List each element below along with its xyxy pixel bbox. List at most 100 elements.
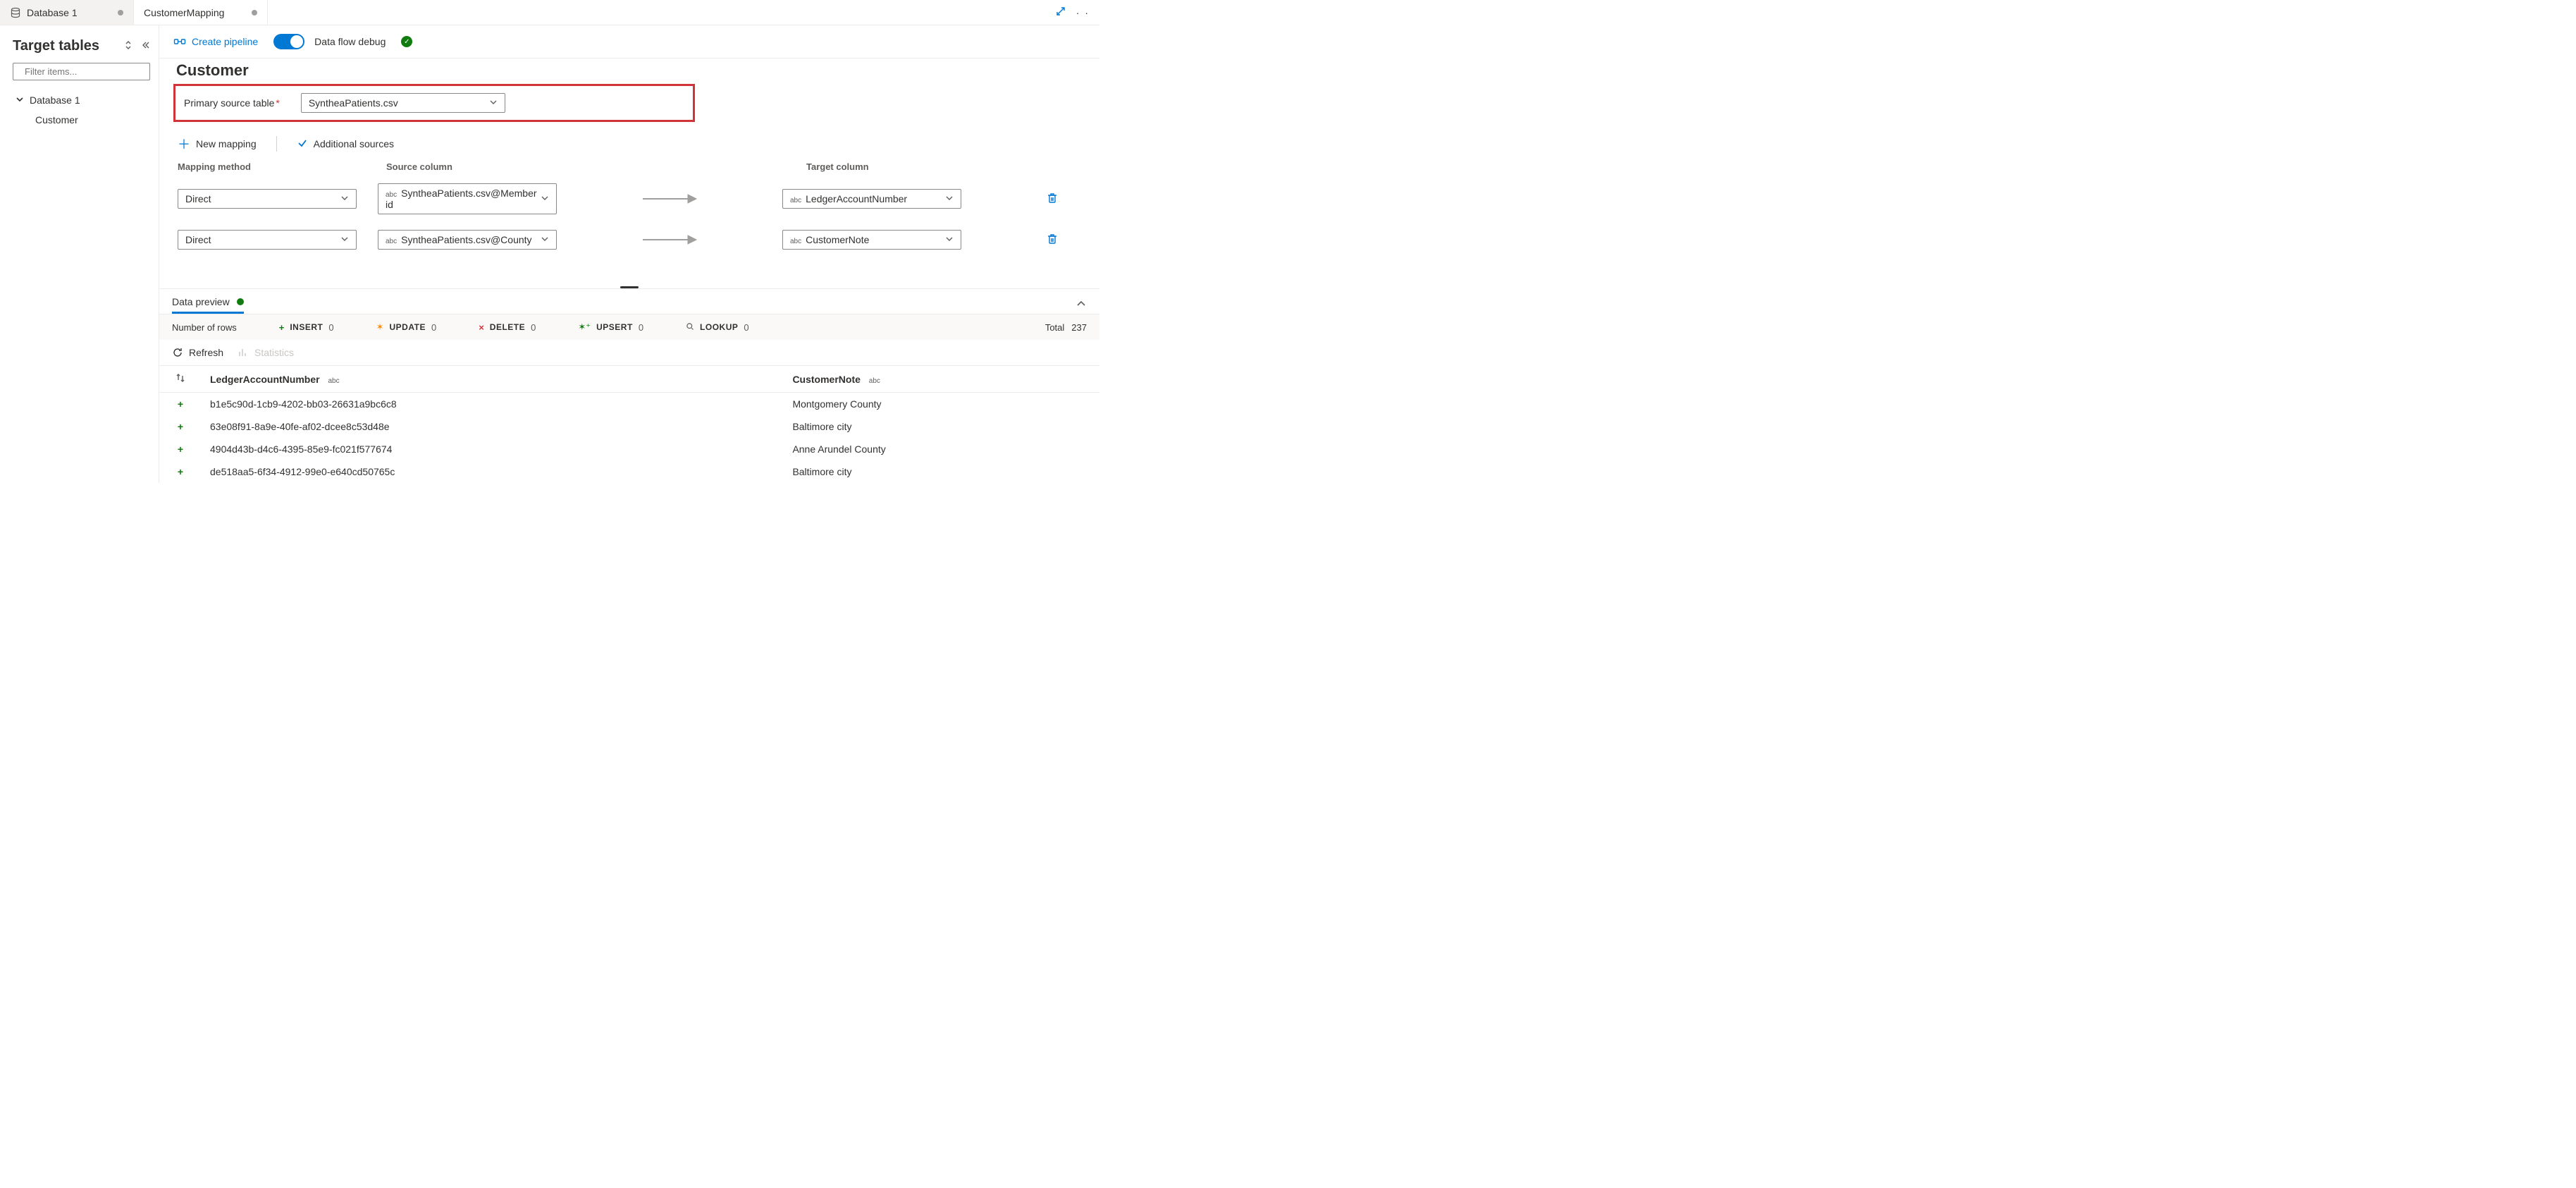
sort-column-header[interactable]	[159, 366, 202, 393]
filter-items-input-wrapper	[13, 63, 150, 80]
status-dot-icon	[237, 298, 244, 305]
total-label: Total	[1045, 322, 1064, 333]
expand-editor-icon[interactable]	[1055, 6, 1066, 19]
target-column-select[interactable]: abcCustomerNote	[782, 230, 961, 250]
rows-label: Number of rows	[172, 322, 237, 333]
header-source-column: Source column	[386, 161, 581, 172]
chevron-down-icon	[541, 193, 549, 204]
refresh-button[interactable]: Refresh	[172, 347, 223, 358]
column-header-ledger[interactable]: LedgerAccountNumber abc	[202, 366, 784, 393]
unsaved-indicator-icon	[118, 10, 123, 16]
source-column-select[interactable]: abcSyntheaPatients.csv@County	[378, 230, 557, 250]
source-column-select[interactable]: abcSyntheaPatients.csv@Member id	[378, 183, 557, 214]
tab-label: Database 1	[27, 7, 112, 18]
column-header-note[interactable]: CustomerNote abc	[784, 366, 1099, 393]
table-row: + 63e08f91-8a9e-40fe-af02-dcee8c53d48e B…	[159, 415, 1099, 438]
tab-database-1[interactable]: Database 1	[0, 0, 134, 25]
main-panel: Create pipeline Data flow debug ✓ Custom…	[159, 25, 1099, 483]
count-insert: + Insert 0	[279, 322, 334, 333]
count-upsert: ✶⁺ Upsert 0	[578, 322, 643, 333]
new-mapping-label: New mapping	[196, 138, 257, 149]
collapse-preview-icon[interactable]	[1076, 298, 1087, 312]
mapping-row: Direct abcSyntheaPatients.csv@County	[173, 224, 1099, 259]
upsert-icon: ✶⁺	[578, 322, 591, 333]
cell-note: Baltimore city	[784, 460, 1099, 483]
data-flow-debug-label: Data flow debug	[314, 36, 386, 47]
cell-ledger: de518aa5-6f34-4912-99e0-e640cd50765c	[202, 460, 784, 483]
main-toolbar: Create pipeline Data flow debug ✓	[159, 25, 1099, 59]
pipeline-icon	[173, 35, 186, 48]
mapping-method-value: Direct	[185, 234, 211, 245]
mapping-method-select[interactable]: Direct	[178, 230, 357, 250]
data-flow-debug-toggle[interactable]	[273, 34, 304, 49]
delete-mapping-button[interactable]	[1046, 233, 1059, 247]
table-row: + b1e5c90d-1cb9-4202-bb03-26631a9bc6c8 M…	[159, 393, 1099, 416]
trash-icon	[1046, 192, 1059, 204]
count-delete: × Delete 0	[479, 322, 536, 333]
data-preview-tab[interactable]: Data preview	[172, 296, 244, 314]
primary-source-select[interactable]: SyntheaPatients.csv	[301, 93, 505, 113]
primary-source-value: SyntheaPatients.csv	[309, 97, 398, 109]
row-change-icon: +	[159, 393, 202, 416]
type-badge: abc	[328, 377, 339, 385]
trash-icon	[1046, 233, 1059, 245]
chevron-down-icon	[340, 234, 349, 245]
mapping-arrow-icon	[578, 233, 761, 247]
create-pipeline-button[interactable]: Create pipeline	[173, 35, 258, 48]
row-change-icon: +	[159, 415, 202, 438]
filter-items-input[interactable]	[25, 66, 149, 77]
database-icon	[10, 7, 21, 18]
unsaved-indicator-icon	[252, 10, 257, 16]
additional-sources-button[interactable]: Additional sources	[297, 137, 394, 151]
editor-tabstrip: Database 1 CustomerMapping · ·	[0, 0, 1099, 25]
cell-ledger: b1e5c90d-1cb9-4202-bb03-26631a9bc6c8	[202, 393, 784, 416]
preview-toolbar: Refresh Statistics	[159, 340, 1099, 365]
target-column-value: LedgerAccountNumber	[806, 193, 907, 204]
cell-ledger: 63e08f91-8a9e-40fe-af02-dcee8c53d48e	[202, 415, 784, 438]
cell-note: Baltimore city	[784, 415, 1099, 438]
tree-item-customer[interactable]: Customer	[13, 110, 150, 130]
statistics-button: Statistics	[238, 347, 294, 358]
sort-icon	[175, 373, 185, 383]
refresh-icon	[172, 347, 183, 358]
new-mapping-button[interactable]: ＋ New mapping	[178, 135, 257, 153]
tab-customer-mapping[interactable]: CustomerMapping	[134, 0, 268, 25]
delete-mapping-button[interactable]	[1046, 192, 1059, 207]
delete-icon: ×	[479, 322, 484, 333]
cell-ledger: 4904d43b-d4c6-4395-85e9-fc021f577674	[202, 438, 784, 460]
mapping-actions: ＋ New mapping Additional sources	[173, 129, 1099, 161]
tab-label: CustomerMapping	[144, 7, 246, 18]
chevron-down-icon	[945, 234, 954, 245]
debug-ready-icon: ✓	[401, 36, 412, 47]
mapping-grid-header: Mapping method Source column Target colu…	[173, 161, 1099, 178]
row-change-icon: +	[159, 438, 202, 460]
type-badge: abc	[869, 377, 880, 385]
tab-actions: · ·	[1045, 6, 1099, 19]
sidebar-title: Target tables	[13, 38, 99, 54]
statistics-label: Statistics	[254, 347, 294, 358]
tree-node-database-1[interactable]: Database 1	[13, 90, 150, 110]
target-column-value: CustomerNote	[806, 234, 869, 245]
cell-note: Montgomery County	[784, 393, 1099, 416]
data-preview-tab-label: Data preview	[172, 296, 230, 307]
table-row: + de518aa5-6f34-4912-99e0-e640cd50765c B…	[159, 460, 1099, 483]
collapse-sidebar-icon[interactable]	[140, 40, 150, 52]
chevron-down-icon	[945, 193, 954, 204]
refresh-label: Refresh	[189, 347, 223, 358]
tree-node-label: Database 1	[30, 94, 80, 106]
source-column-value: SyntheaPatients.csv@Member id	[386, 188, 537, 210]
mapping-method-select[interactable]: Direct	[178, 189, 357, 209]
chevron-updown-icon[interactable]	[123, 40, 133, 52]
table-row: + 4904d43b-d4c6-4395-85e9-fc021f577674 A…	[159, 438, 1099, 460]
mapping-arrow-icon	[578, 192, 761, 206]
chevron-down-icon	[489, 97, 498, 109]
target-tables-sidebar: Target tables	[0, 25, 159, 483]
chevron-down-icon	[541, 234, 549, 245]
header-target-column: Target column	[806, 161, 994, 172]
target-column-select[interactable]: abc LedgerAccountNumber	[782, 189, 961, 209]
insert-icon: +	[279, 322, 285, 333]
source-column-value: SyntheaPatients.csv@County	[401, 234, 531, 245]
type-badge: abc	[790, 197, 801, 204]
more-actions-icon[interactable]: · ·	[1076, 7, 1090, 18]
mapping-method-value: Direct	[185, 193, 211, 204]
